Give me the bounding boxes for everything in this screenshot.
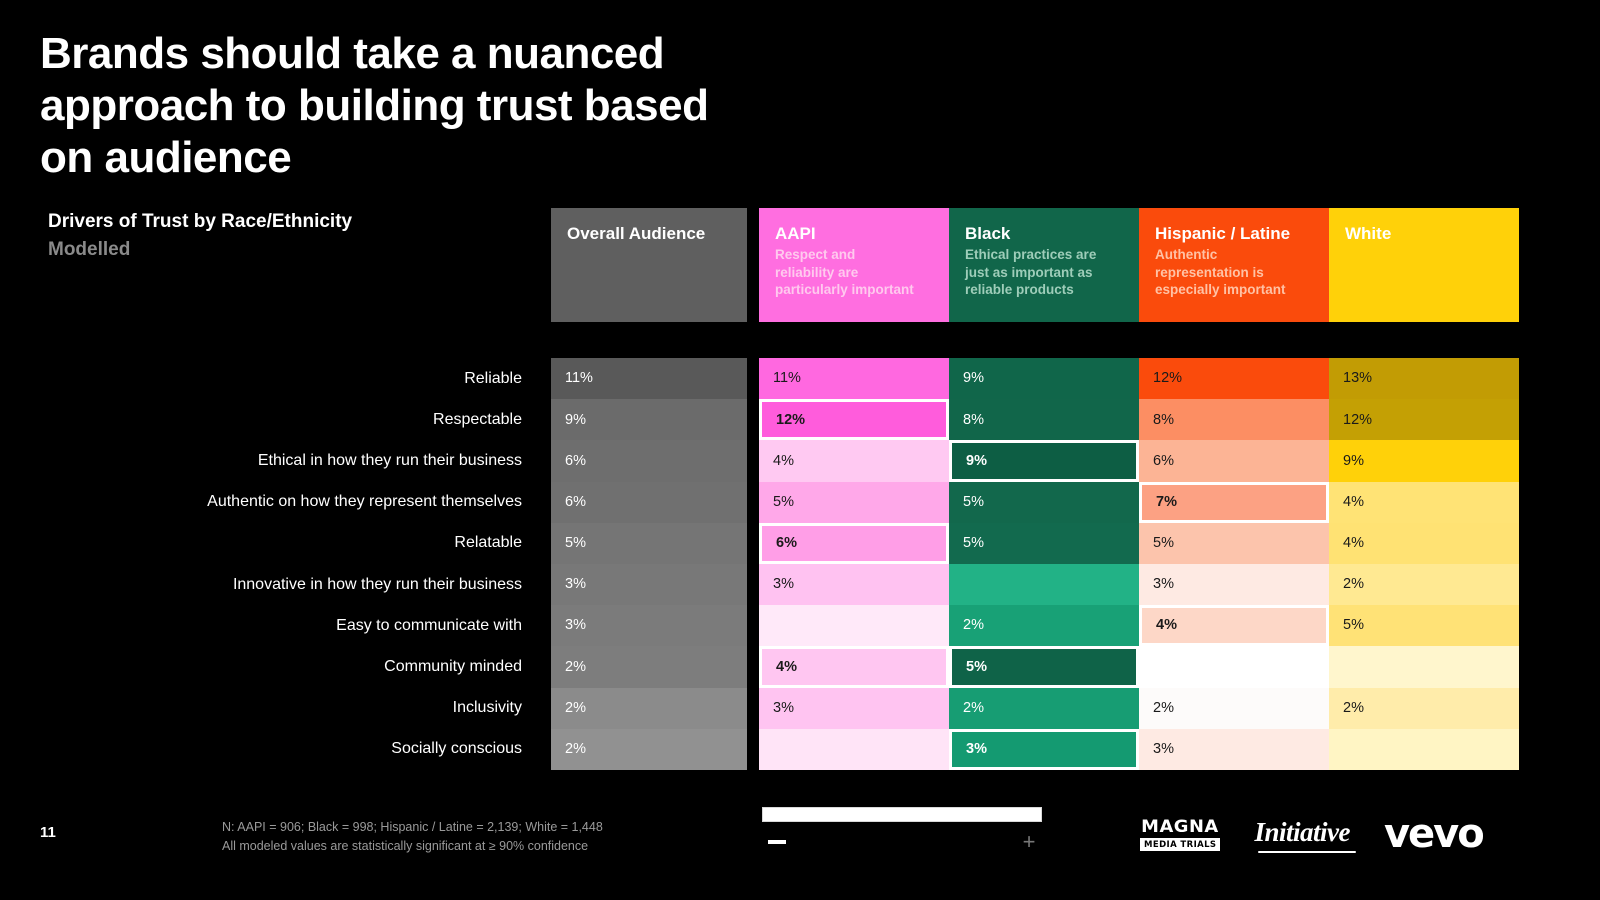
heatmap-cell[interactable]: 8%: [949, 399, 1139, 441]
heatmap-cell[interactable]: 6%: [551, 481, 747, 523]
column-header-hispanic[interactable]: Hispanic / Latine Authentic representati…: [1139, 208, 1329, 322]
magna-media-trials-label: MEDIA TRIALS: [1140, 838, 1221, 852]
column-header-title: AAPI: [775, 224, 816, 243]
row-label: Relatable: [454, 534, 522, 552]
heatmap-cell[interactable]: 6%: [551, 440, 747, 482]
heatmap-cell[interactable]: 4%: [1329, 481, 1519, 523]
column-header-white[interactable]: White: [1329, 208, 1519, 322]
zoom-slider-track[interactable]: [762, 807, 1042, 822]
zoom-out-button[interactable]: [768, 840, 786, 844]
heatmap-cell[interactable]: 4%: [759, 646, 949, 688]
heatmap-matrix: 11% 9% 6% 6% 5% 3% 3% 2% 2% 2% 11% 12% 4% 5% 6% 3% 4% 3%…: [551, 358, 1545, 770]
column-header-title: Overall Audience: [567, 224, 706, 243]
column-header-title: Hispanic / Latine: [1155, 224, 1291, 243]
heatmap-cell[interactable]: 2%: [551, 728, 747, 770]
column-header-title: White: [1345, 224, 1392, 243]
heatmap-cell[interactable]: 2%: [1329, 563, 1519, 606]
heatmap-cell[interactable]: 9%: [949, 358, 1139, 400]
heatmap-cell[interactable]: 7%: [1139, 481, 1329, 523]
heatmap-cell[interactable]: 5%: [1139, 522, 1329, 564]
heatmap-cell[interactable]: 2%: [949, 605, 1139, 647]
heatmap-cell[interactable]: 13%: [1329, 358, 1519, 400]
heatmap-cell[interactable]: 2%: [551, 687, 747, 729]
magna-logo: MAGNA MEDIA TRIALS: [1140, 816, 1221, 852]
zoom-in-button[interactable]: +: [1021, 831, 1037, 853]
heatmap-cell[interactable]: 3%: [759, 687, 949, 729]
heatmap-cell[interactable]: 12%: [1329, 399, 1519, 441]
row-label: Inclusivity: [452, 699, 522, 717]
heatmap-cell[interactable]: 12%: [759, 399, 949, 441]
row-label: Respectable: [433, 410, 522, 428]
data-column-aapi: 11% 12% 4% 5% 6% 3% 4% 3%: [759, 358, 949, 770]
initiative-logo: Initiative: [1254, 817, 1356, 853]
data-column-black: 9% 8% 9% 5% 5% 2% 5% 2% 3%: [949, 358, 1139, 770]
heatmap-cell[interactable]: 2%: [1329, 687, 1519, 729]
heatmap-cell[interactable]: 9%: [949, 440, 1139, 482]
column-header-black[interactable]: Black Ethical practices are just as impo…: [949, 208, 1139, 322]
heatmap-cell[interactable]: 4%: [1329, 522, 1519, 564]
column-header-subtitle: Respect and reliability are particularly…: [775, 247, 914, 297]
page-number: 11: [40, 824, 56, 841]
column-header-title: Black: [965, 224, 1011, 243]
column-header-subtitle: Authentic representation is especially i…: [1155, 247, 1286, 297]
data-column-hispanic: 12% 8% 6% 7% 5% 3% 4% 2% 3%: [1139, 358, 1329, 770]
row-label: Authentic on how they represent themselv…: [207, 493, 522, 511]
row-label: Community minded: [384, 657, 522, 675]
row-label: Innovative in how they run their busines…: [232, 575, 522, 593]
heatmap-cell[interactable]: 2%: [949, 687, 1139, 729]
zoom-control-widget[interactable]: +: [762, 807, 1042, 857]
heatmap-cell[interactable]: 3%: [949, 728, 1139, 770]
chart-title: Drivers of Trust by Race/Ethnicity: [48, 211, 353, 232]
heatmap-cell[interactable]: 4%: [759, 440, 949, 482]
heatmap-cell[interactable]: 3%: [551, 563, 747, 606]
row-label: Easy to communicate with: [336, 616, 522, 634]
footnotes: N: AAPI = 906; Black = 998; Hispanic / L…: [222, 820, 603, 853]
heatmap-cell[interactable]: 5%: [949, 481, 1139, 523]
column-header-overall[interactable]: Overall Audience: [551, 208, 747, 322]
heatmap-cell[interactable]: 11%: [759, 358, 949, 400]
heatmap-cell[interactable]: 5%: [759, 481, 949, 523]
slide-root: Brands should take a nuanced approach to…: [0, 0, 1600, 900]
heatmap-cell[interactable]: [759, 728, 949, 770]
heatmap-cell[interactable]: 11%: [551, 358, 747, 400]
heatmap-cell[interactable]: 5%: [1329, 605, 1519, 647]
column-header-aapi[interactable]: AAPI Respect and reliability are particu…: [759, 208, 949, 322]
heatmap-cell[interactable]: 5%: [551, 522, 747, 564]
data-column-overall: 11% 9% 6% 6% 5% 3% 3% 2% 2% 2%: [551, 358, 747, 770]
heatmap-cell[interactable]: 5%: [949, 522, 1139, 564]
heatmap-cell[interactable]: 9%: [1329, 440, 1519, 482]
heatmap-cell[interactable]: 3%: [1139, 728, 1329, 770]
heatmap-cell[interactable]: 3%: [759, 563, 949, 606]
row-label: Socially conscious: [391, 740, 522, 758]
heatmap-cell[interactable]: 3%: [551, 605, 747, 647]
heatmap-cell[interactable]: 2%: [551, 646, 747, 688]
heatmap-cell[interactable]: [759, 605, 949, 647]
heatmap-cell[interactable]: 3%: [1139, 563, 1329, 606]
page-title: Brands should take a nuanced approach to…: [40, 29, 709, 182]
chart-subtitle: Modelled: [48, 238, 131, 260]
heatmap-cell[interactable]: 8%: [1139, 399, 1329, 441]
chart-subtitle-block: Drivers of Trust by Race/Ethnicity Model…: [48, 208, 352, 263]
heatmap-cell[interactable]: 2%: [1139, 687, 1329, 729]
heatmap-cell[interactable]: [949, 563, 1139, 606]
heatmap-cell[interactable]: [1329, 646, 1519, 688]
heatmap-cell[interactable]: 5%: [949, 646, 1139, 688]
column-header-subtitle: Ethical practices are just as important …: [965, 247, 1097, 297]
data-column-white: 13% 12% 9% 4% 4% 2% 5% 2%: [1329, 358, 1519, 770]
heatmap-cell[interactable]: 6%: [1139, 440, 1329, 482]
magna-wordmark: MAGNA: [1141, 816, 1220, 837]
heatmap-cell[interactable]: 9%: [551, 399, 747, 441]
heatmap-cell[interactable]: 12%: [1139, 358, 1329, 400]
row-label-column: Reliable Respectable Ethical in how they r…: [60, 358, 530, 770]
heatmap-cell[interactable]: 6%: [759, 522, 949, 564]
heatmap-cell[interactable]: [1139, 646, 1329, 688]
row-label: Ethical in how they run their business: [257, 451, 522, 469]
vevo-logo: vevo: [1383, 811, 1485, 857]
heatmap-cell[interactable]: 4%: [1139, 605, 1329, 647]
row-label: Reliable: [464, 369, 522, 387]
heatmap-cell[interactable]: [1329, 728, 1519, 770]
logo-bar: MAGNA MEDIA TRIALS Initiative vevo: [1140, 808, 1485, 860]
column-header-band: Overall Audience AAPI Respect and reliab…: [551, 208, 1545, 322]
